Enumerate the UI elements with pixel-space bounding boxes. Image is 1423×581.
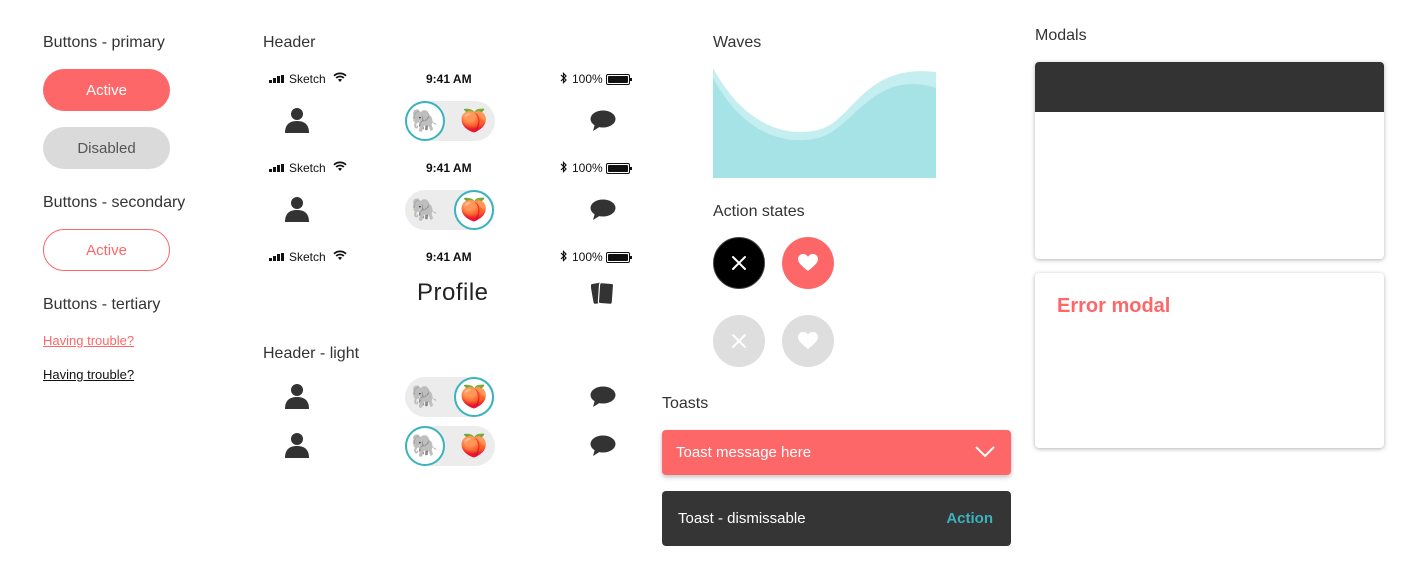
clock: 9:41 AM: [426, 250, 472, 264]
error-modal: Error modal: [1035, 273, 1384, 448]
battery-icon: [606, 163, 632, 174]
wifi-icon: [333, 250, 347, 260]
cards-icon[interactable]: [591, 280, 616, 306]
peach-option[interactable]: 🍑: [454, 190, 494, 230]
signal-icon: [269, 164, 284, 172]
error-modal-title: Error modal: [1057, 295, 1171, 317]
chat-bubble-icon[interactable]: [590, 386, 616, 408]
elephant-option[interactable]: 🐘: [405, 377, 445, 417]
buttons-secondary-title: Buttons - secondary: [43, 194, 186, 211]
status-bar: Sketch 9:41 AM 100%: [263, 249, 635, 269]
tertiary-link-red[interactable]: Having trouble?: [43, 333, 134, 348]
elephant-option[interactable]: 🐘: [405, 426, 445, 466]
modal-header: [1035, 62, 1384, 112]
dismiss-button[interactable]: [713, 237, 765, 289]
battery-icon: [606, 252, 632, 263]
emoji-toggle[interactable]: 🐘 🍑: [405, 377, 495, 417]
toasts-title: Toasts: [662, 395, 709, 412]
toast-action-button[interactable]: Action: [946, 510, 993, 527]
action-states-title: Action states: [713, 203, 805, 220]
header-light-title: Header - light: [263, 345, 360, 362]
wifi-icon: [333, 161, 347, 171]
person-icon[interactable]: [284, 196, 310, 223]
carrier-label: Sketch: [289, 161, 326, 175]
battery-percent: 100%: [572, 250, 603, 264]
header-title: Header: [263, 34, 316, 51]
wifi-icon: [333, 72, 347, 82]
emoji-toggle[interactable]: 🐘 🍑: [405, 426, 495, 466]
primary-disabled-button[interactable]: Disabled: [43, 127, 170, 169]
emoji-toggle[interactable]: 🐘 🍑: [405, 101, 495, 141]
battery-percent: 100%: [572, 161, 603, 175]
tertiary-link-black[interactable]: Having trouble?: [43, 367, 134, 382]
chat-bubble-icon[interactable]: [590, 435, 616, 457]
peach-option[interactable]: 🍑: [454, 426, 494, 466]
dismiss-button-disabled[interactable]: [713, 315, 765, 367]
close-icon: [732, 256, 746, 270]
profile-title: Profile: [417, 279, 489, 306]
close-icon: [732, 334, 746, 348]
person-icon[interactable]: [284, 107, 310, 134]
chevron-down-icon[interactable]: [975, 446, 995, 458]
modal: [1035, 62, 1384, 259]
carrier-label: Sketch: [289, 72, 326, 86]
battery-percent: 100%: [572, 72, 603, 86]
peach-option[interactable]: 🍑: [454, 101, 494, 141]
signal-icon: [269, 75, 284, 83]
person-icon[interactable]: [284, 383, 310, 410]
clock: 9:41 AM: [426, 72, 472, 86]
toast-message[interactable]: Toast message here: [662, 430, 1011, 475]
elephant-option[interactable]: 🐘: [405, 190, 445, 230]
primary-active-button[interactable]: Active: [43, 69, 170, 111]
buttons-tertiary-title: Buttons - tertiary: [43, 296, 161, 313]
wave-graphic: [713, 68, 936, 178]
elephant-option[interactable]: 🐘: [405, 101, 445, 141]
toast-dismissable: Toast - dismissable Action: [662, 491, 1011, 546]
chat-bubble-icon[interactable]: [590, 199, 616, 221]
status-bar: Sketch 9:41 AM 100%: [263, 160, 635, 180]
waves-title: Waves: [713, 34, 762, 51]
buttons-primary-title: Buttons - primary: [43, 34, 165, 51]
peach-option[interactable]: 🍑: [454, 377, 494, 417]
toast-message-text: Toast message here: [676, 444, 812, 461]
modals-title: Modals: [1035, 27, 1087, 44]
heart-icon: [798, 332, 818, 349]
carrier-label: Sketch: [289, 250, 326, 264]
bluetooth-icon: [560, 250, 567, 262]
heart-icon: [798, 254, 818, 271]
bluetooth-icon: [560, 161, 567, 173]
bluetooth-icon: [560, 72, 567, 84]
chat-bubble-icon[interactable]: [590, 110, 616, 132]
clock: 9:41 AM: [426, 161, 472, 175]
person-icon[interactable]: [284, 432, 310, 459]
like-button[interactable]: [782, 237, 834, 289]
emoji-toggle[interactable]: 🐘 🍑: [405, 190, 495, 230]
toast-dismissable-text: Toast - dismissable: [678, 510, 806, 527]
like-button-disabled[interactable]: [782, 315, 834, 367]
battery-icon: [606, 74, 632, 85]
secondary-active-button[interactable]: Active: [43, 229, 170, 271]
signal-icon: [269, 253, 284, 261]
status-bar: Sketch 9:41 AM 100%: [263, 71, 635, 91]
